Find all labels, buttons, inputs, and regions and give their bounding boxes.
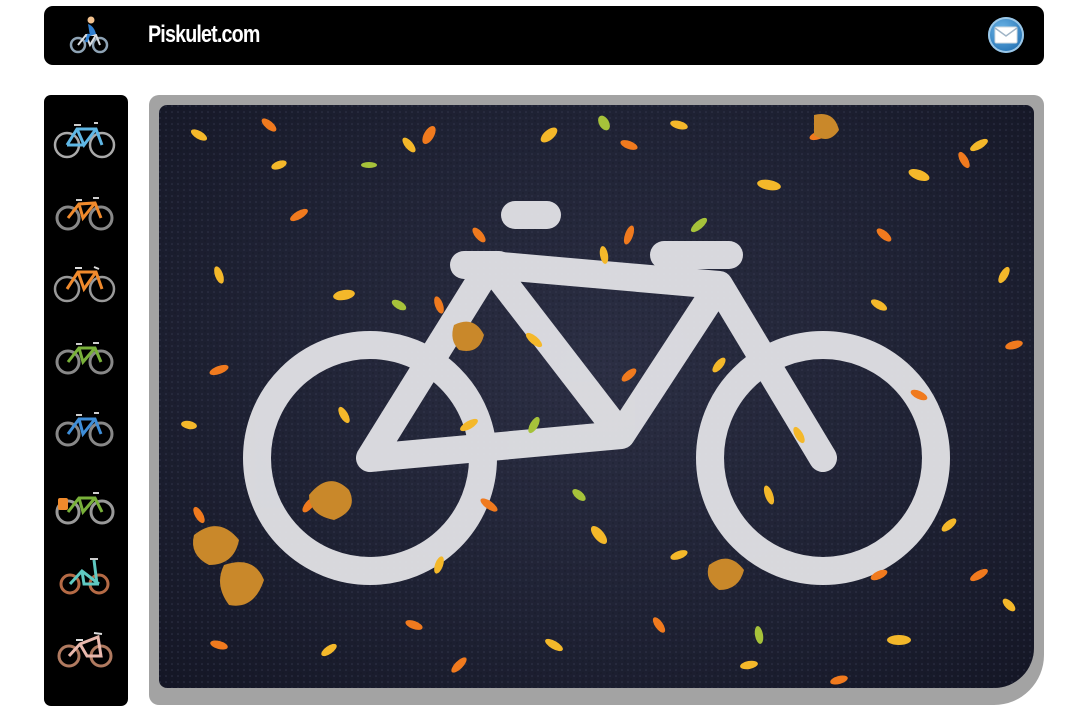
bike-lane-marking-photo[interactable] <box>159 105 1034 688</box>
cruiser-bike-icon[interactable] <box>52 625 116 673</box>
header-bar: Piskulet.com <box>44 6 1044 65</box>
envelope-icon[interactable] <box>988 17 1024 53</box>
image-frame <box>149 95 1044 705</box>
folding-bike-icon[interactable] <box>52 551 116 599</box>
road-bike-icon[interactable] <box>52 259 116 307</box>
hybrid-bike-icon[interactable] <box>52 331 116 379</box>
city-bike-icon[interactable] <box>52 403 116 451</box>
touring-bike-icon[interactable] <box>52 481 116 529</box>
road-bike-icon[interactable] <box>52 115 116 163</box>
site-title[interactable]: Piskulet.com <box>148 20 260 50</box>
cyclist-icon[interactable] <box>68 14 110 56</box>
mountain-bike-icon[interactable] <box>52 187 116 235</box>
sidebar <box>44 95 128 706</box>
